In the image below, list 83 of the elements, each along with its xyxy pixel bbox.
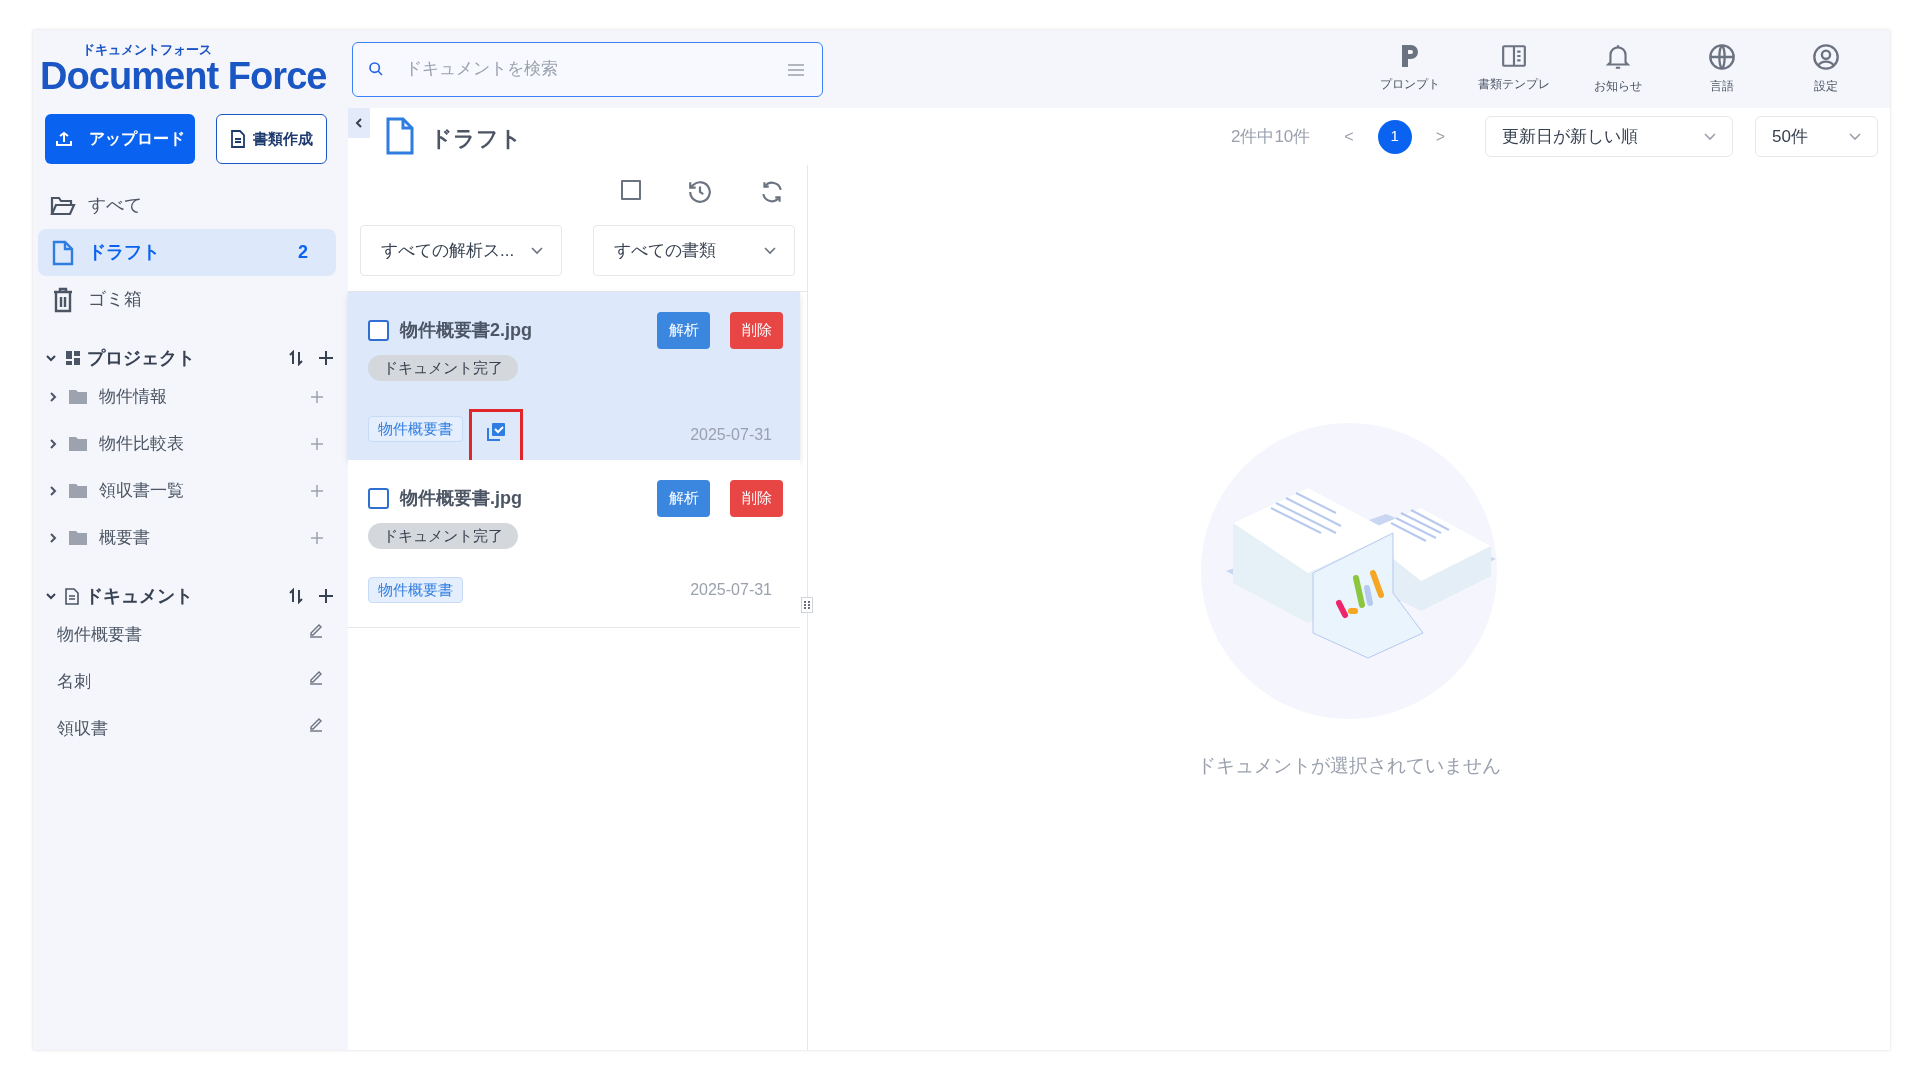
chevron-down-icon	[1704, 132, 1716, 141]
search-icon	[368, 60, 384, 77]
document-type-tag: 物件概要書	[368, 577, 463, 603]
chevron-icon[interactable]	[47, 437, 59, 450]
chevron-left-icon	[354, 117, 364, 129]
empty-state-message: ドキュメントが選択されていません	[1197, 754, 1501, 778]
upload-icon	[55, 131, 73, 147]
analyze-button[interactable]: 解析	[657, 480, 710, 517]
chevron-icon[interactable]	[47, 390, 59, 403]
analyze-button[interactable]: 解析	[657, 312, 710, 349]
result-count: 2件中10件	[1230, 125, 1311, 148]
toolbar-button[interactable]: 書類テンプレ	[1462, 43, 1566, 95]
project-item[interactable]: 物件情報	[99, 383, 310, 410]
document-card[interactable]: 物件概要書2.jpg 解析 削除 ドキュメント完了 物件概要書 2025-07-31	[348, 292, 800, 460]
project-item[interactable]: 領収書一覧	[99, 477, 310, 504]
language-icon	[1708, 43, 1736, 71]
document-type-item[interactable]: 名刺	[57, 668, 308, 695]
create-document-button[interactable]: 書類作成	[216, 114, 327, 164]
select-all-checkbox[interactable]	[621, 180, 641, 200]
filter-dropdown[interactable]: すべての書類	[593, 225, 795, 276]
logo: ドキュメントフォース Document Force	[39, 43, 328, 95]
page-button[interactable]: 1	[1377, 119, 1412, 154]
folder-icon	[69, 483, 87, 498]
project-item[interactable]: 概要書	[99, 524, 310, 551]
delete-button[interactable]: 削除	[730, 480, 783, 517]
page-title: ドラフト	[430, 125, 522, 153]
grid-icon	[65, 350, 81, 366]
sidebar-item[interactable]: ドラフト 2	[38, 229, 336, 276]
chevron-icon[interactable]	[47, 531, 59, 544]
toolbar-button[interactable]: プロンプト	[1358, 43, 1462, 95]
document-type-tag: 物件概要書	[368, 416, 463, 442]
project-item[interactable]: 物件比較表	[99, 430, 310, 457]
file-name: 物件概要書.jpg	[400, 487, 523, 510]
notification-icon	[1605, 43, 1631, 71]
toolbar-button[interactable]: 言語	[1670, 43, 1774, 95]
folder-icon	[69, 436, 87, 451]
chevron-icon[interactable]	[47, 484, 59, 497]
trash-icon	[52, 286, 74, 313]
section-title: プロジェクト	[87, 346, 196, 370]
document-icon	[65, 587, 79, 605]
chevron-down-icon	[531, 246, 543, 255]
card-checkbox[interactable]	[368, 320, 389, 341]
sidebar-item[interactable]: ゴミ箱	[38, 276, 336, 323]
delete-button[interactable]: 削除	[730, 312, 783, 349]
file-name: 物件概要書2.jpg	[400, 319, 533, 342]
document-card[interactable]: 物件概要書.jpg 解析 削除 ドキュメント完了 物件概要書 2025-07-31	[348, 460, 800, 628]
folder-icon	[69, 389, 87, 404]
chevron-down-icon	[764, 246, 776, 255]
sidebar-item[interactable]: すべて	[38, 182, 336, 229]
card-checkbox[interactable]	[368, 488, 389, 509]
refresh-icon[interactable]	[759, 179, 785, 205]
folder-icon	[50, 194, 76, 217]
collapse-button[interactable]	[348, 108, 370, 138]
status-badge: ドキュメント完了	[368, 523, 518, 549]
filter-dropdown[interactable]: すべての解析ス...	[360, 225, 562, 276]
document-type-item[interactable]: 物件概要書	[57, 621, 308, 648]
document-icon	[52, 239, 74, 266]
page-size-dropdown[interactable]: 50件	[1755, 116, 1878, 157]
toolbar-button[interactable]: お知らせ	[1566, 43, 1670, 95]
history-icon[interactable]	[687, 179, 713, 205]
chevron-down-icon	[1849, 132, 1861, 141]
document-icon	[385, 116, 415, 156]
status-badge: ドキュメント完了	[368, 355, 518, 381]
add-icon[interactable]	[318, 588, 334, 604]
search-field[interactable]: ドキュメントを検索	[352, 41, 823, 97]
sort-icon[interactable]	[288, 588, 304, 604]
sort-dropdown[interactable]: 更新日が新しい順	[1485, 116, 1733, 157]
settings-icon	[1812, 43, 1840, 71]
add-icon[interactable]	[318, 350, 334, 366]
chevron-icon[interactable]	[45, 590, 57, 602]
upload-button[interactable]: アップロード	[45, 114, 195, 164]
section-title: ドキュメント	[85, 584, 194, 608]
chevron-icon[interactable]	[45, 352, 57, 364]
resize-handle-icon[interactable]	[801, 597, 813, 613]
toolbar-button[interactable]: 設定	[1774, 43, 1878, 95]
folder-icon	[69, 530, 87, 545]
document-type-item[interactable]: 領収書	[57, 715, 308, 742]
template-icon	[1501, 43, 1527, 69]
document-icon	[230, 130, 245, 148]
sort-icon[interactable]	[288, 350, 304, 366]
date-text: 2025-07-31	[690, 425, 772, 445]
date-text: 2025-07-31	[690, 580, 772, 600]
copy-check-icon[interactable]	[486, 422, 506, 442]
